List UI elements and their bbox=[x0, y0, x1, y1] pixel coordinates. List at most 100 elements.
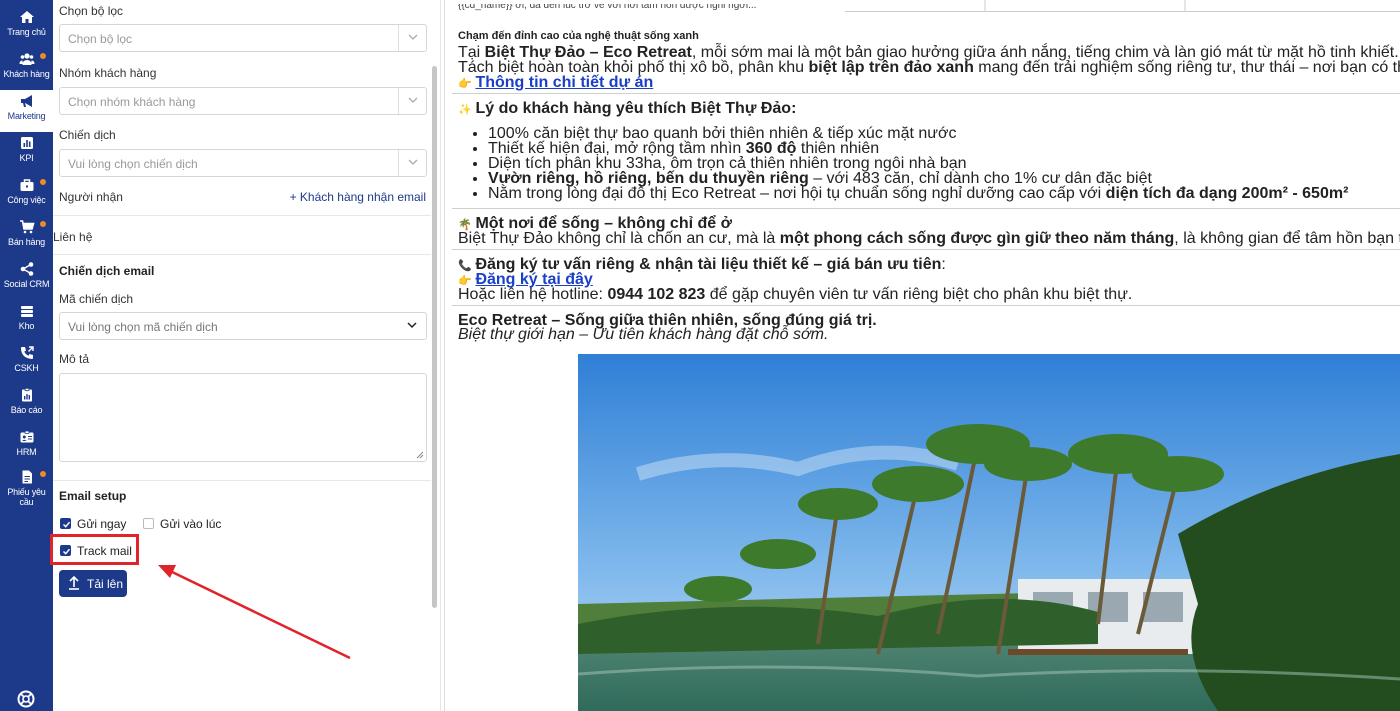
report-icon bbox=[21, 387, 32, 402]
briefcase-icon bbox=[20, 179, 33, 191]
sidebar-item-customer-care[interactable]: CSKH bbox=[0, 342, 53, 384]
divider bbox=[53, 480, 431, 481]
campaign-code-placeholder: Vui lòng chọn mã chiến dịch bbox=[68, 320, 218, 334]
sidebar-item-marketing[interactable]: Marketing bbox=[0, 90, 53, 132]
sidebar-item-label: Social CRM bbox=[3, 279, 50, 289]
customer-group-select[interactable]: Chọn nhóm khách hàng bbox=[59, 87, 427, 115]
sidebar-item-label: Báo cáo bbox=[10, 405, 43, 415]
sidebar-item-label: Bán hàng bbox=[8, 237, 45, 247]
text: Lý do khách hàng yêu thích Biệt Thự Đảo: bbox=[475, 100, 797, 117]
scrollbar-thumb[interactable] bbox=[432, 66, 437, 608]
paragraph: Hoặc liên hệ hotline: 0944 102 823 để gặ… bbox=[458, 286, 1132, 304]
text-bold: một phong cách sống được gìn giữ theo nă… bbox=[779, 230, 1175, 247]
text: mang đến trải nghiệm sống riêng tư, thư … bbox=[978, 59, 1400, 76]
list-item: Thiết kế hiện đại, mở rộng tầm nhìn 360 … bbox=[488, 140, 1348, 157]
list-item: 100% căn biệt thự bao quanh bởi thiên nh… bbox=[488, 125, 1348, 142]
sidebar-item-label: CSKH bbox=[14, 363, 39, 373]
pointing-hand-icon: 👉 bbox=[458, 78, 472, 90]
megaphone-icon bbox=[20, 95, 32, 107]
document-icon bbox=[22, 470, 32, 484]
filter-placeholder: Chọn bộ lọc bbox=[68, 32, 133, 46]
paragraph: Biệt Thự Đảo không chỉ là chốn an cư, mà… bbox=[458, 230, 1400, 248]
sidebar-item-label: Khách hàng bbox=[3, 69, 50, 79]
sparkle-icon: ✨ bbox=[458, 104, 472, 116]
add-recipient-link[interactable]: + Khách hàng nhận email bbox=[290, 190, 426, 204]
table-border-lines bbox=[845, 0, 1400, 12]
project-details-link[interactable]: Thông tin chi tiết dự án bbox=[475, 74, 653, 91]
sidebar-item-customers[interactable]: Khách hàng bbox=[0, 48, 53, 90]
cart-icon bbox=[19, 220, 35, 234]
app-root: Trang chủ Khách hàng Marketing KPI Công … bbox=[0, 0, 1400, 711]
upload-button[interactable]: Tải lên bbox=[59, 570, 127, 597]
sidebar-item-label: KPI bbox=[19, 153, 34, 163]
email-setup-section-title: Email setup bbox=[59, 489, 127, 503]
divider bbox=[53, 215, 431, 216]
upload-icon bbox=[69, 576, 79, 590]
notification-dot bbox=[40, 221, 46, 227]
text-bold: biệt lập trên đảo xanh bbox=[808, 59, 974, 76]
send-now-checkbox[interactable] bbox=[60, 518, 71, 529]
link-row: 👉 Thông tin chi tiết dự án bbox=[458, 74, 653, 92]
section-title: Chạm đến đỉnh cao của nghệ thuật sống xa… bbox=[458, 30, 699, 42]
campaign-select[interactable]: Vui lòng chọn chiến dịch bbox=[59, 149, 427, 177]
sidebar-item-home[interactable]: Trang chủ bbox=[0, 6, 53, 48]
send-at-checkbox[interactable] bbox=[143, 518, 154, 529]
chevron-down-icon bbox=[398, 313, 426, 339]
campaign-label: Chiến dịch bbox=[59, 128, 116, 142]
notification-dot bbox=[40, 471, 46, 477]
text: để gặp chuyên viên tư vấn riêng biệt cho… bbox=[705, 286, 1133, 303]
list-item: Vườn riêng, hồ riêng, bến du thuyền riên… bbox=[488, 170, 1348, 187]
check-icon bbox=[62, 521, 71, 528]
sidebar-item-requests[interactable]: Phiếu yêu cầu bbox=[0, 466, 53, 516]
filter-label: Chọn bộ lọc bbox=[59, 4, 124, 18]
sidebar-item-kpi[interactable]: KPI bbox=[0, 132, 53, 174]
sidebar-item-label: HRM bbox=[16, 447, 37, 457]
resize-grip-icon[interactable] bbox=[416, 451, 424, 459]
users-icon bbox=[19, 53, 34, 65]
sidebar-item-label: Marketing bbox=[7, 111, 46, 121]
warehouse-icon bbox=[20, 306, 33, 317]
filter-select[interactable]: Chọn bộ lọc bbox=[59, 24, 427, 52]
text: , là không gian để tâm hồn bạn trở về câ… bbox=[1174, 230, 1400, 247]
sidebar-item-reports[interactable]: Báo cáo bbox=[0, 384, 53, 426]
sidebar-item-tasks[interactable]: Công việc bbox=[0, 174, 53, 216]
sidebar-item-label: Kho bbox=[18, 321, 35, 331]
text: Biệt Thự Đảo không chỉ là chốn an cư, mà… bbox=[458, 230, 780, 247]
customer-group-placeholder: Chọn nhóm khách hàng bbox=[68, 95, 196, 109]
text: Hoặc liên hệ hotline: bbox=[458, 286, 608, 303]
phone-icon bbox=[20, 346, 34, 359]
list-item: Nằm trong lòng đại đô thị Eco Retreat – … bbox=[488, 185, 1348, 202]
sidebar-item-sales[interactable]: Bán hàng bbox=[0, 216, 53, 258]
divider bbox=[452, 249, 1400, 250]
send-now-label[interactable]: Gửi ngay bbox=[77, 517, 126, 531]
closing-subtitle: Biệt thự giới hạn – Ưu tiên khách hàng đ… bbox=[458, 326, 829, 343]
sidebar-item-label: Trang chủ bbox=[7, 27, 46, 37]
sidebar-item-warehouse[interactable]: Kho bbox=[0, 300, 53, 342]
chevron-down-icon bbox=[398, 88, 426, 114]
highlight-box bbox=[50, 534, 139, 565]
villa-photo bbox=[578, 354, 1400, 711]
sidebar-item-hrm[interactable]: HRM bbox=[0, 426, 53, 468]
support-icon[interactable] bbox=[17, 690, 35, 708]
description-label: Mô tả bbox=[59, 352, 90, 366]
notification-dot bbox=[40, 53, 46, 59]
home-icon bbox=[19, 11, 34, 23]
divider bbox=[452, 93, 1400, 94]
id-card-icon bbox=[20, 430, 33, 443]
campaign-placeholder: Vui lòng chọn chiến dịch bbox=[68, 157, 198, 171]
chart-icon bbox=[20, 137, 33, 149]
send-at-label[interactable]: Gửi vào lúc bbox=[160, 517, 221, 531]
customer-group-label: Nhóm khách hàng bbox=[59, 66, 157, 80]
divider bbox=[452, 208, 1400, 209]
list-item: Diện tích phân khu 33ha, ôm trọn cả thiê… bbox=[488, 155, 1348, 172]
sidebar-item-label: Công việc bbox=[7, 195, 46, 205]
description-textarea[interactable] bbox=[59, 373, 427, 462]
chevron-down-icon bbox=[398, 150, 426, 176]
upload-button-label: Tải lên bbox=[87, 577, 124, 591]
campaign-code-select[interactable]: Vui lòng chọn mã chiến dịch bbox=[59, 312, 427, 340]
divider bbox=[53, 254, 431, 255]
sidebar-item-label: Phiếu yêu cầu bbox=[7, 487, 46, 507]
section-title: ✨ Lý do khách hàng yêu thích Biệt Thự Đả… bbox=[458, 100, 796, 118]
sidebar-item-social-crm[interactable]: Social CRM bbox=[0, 258, 53, 300]
text: : bbox=[941, 256, 946, 273]
